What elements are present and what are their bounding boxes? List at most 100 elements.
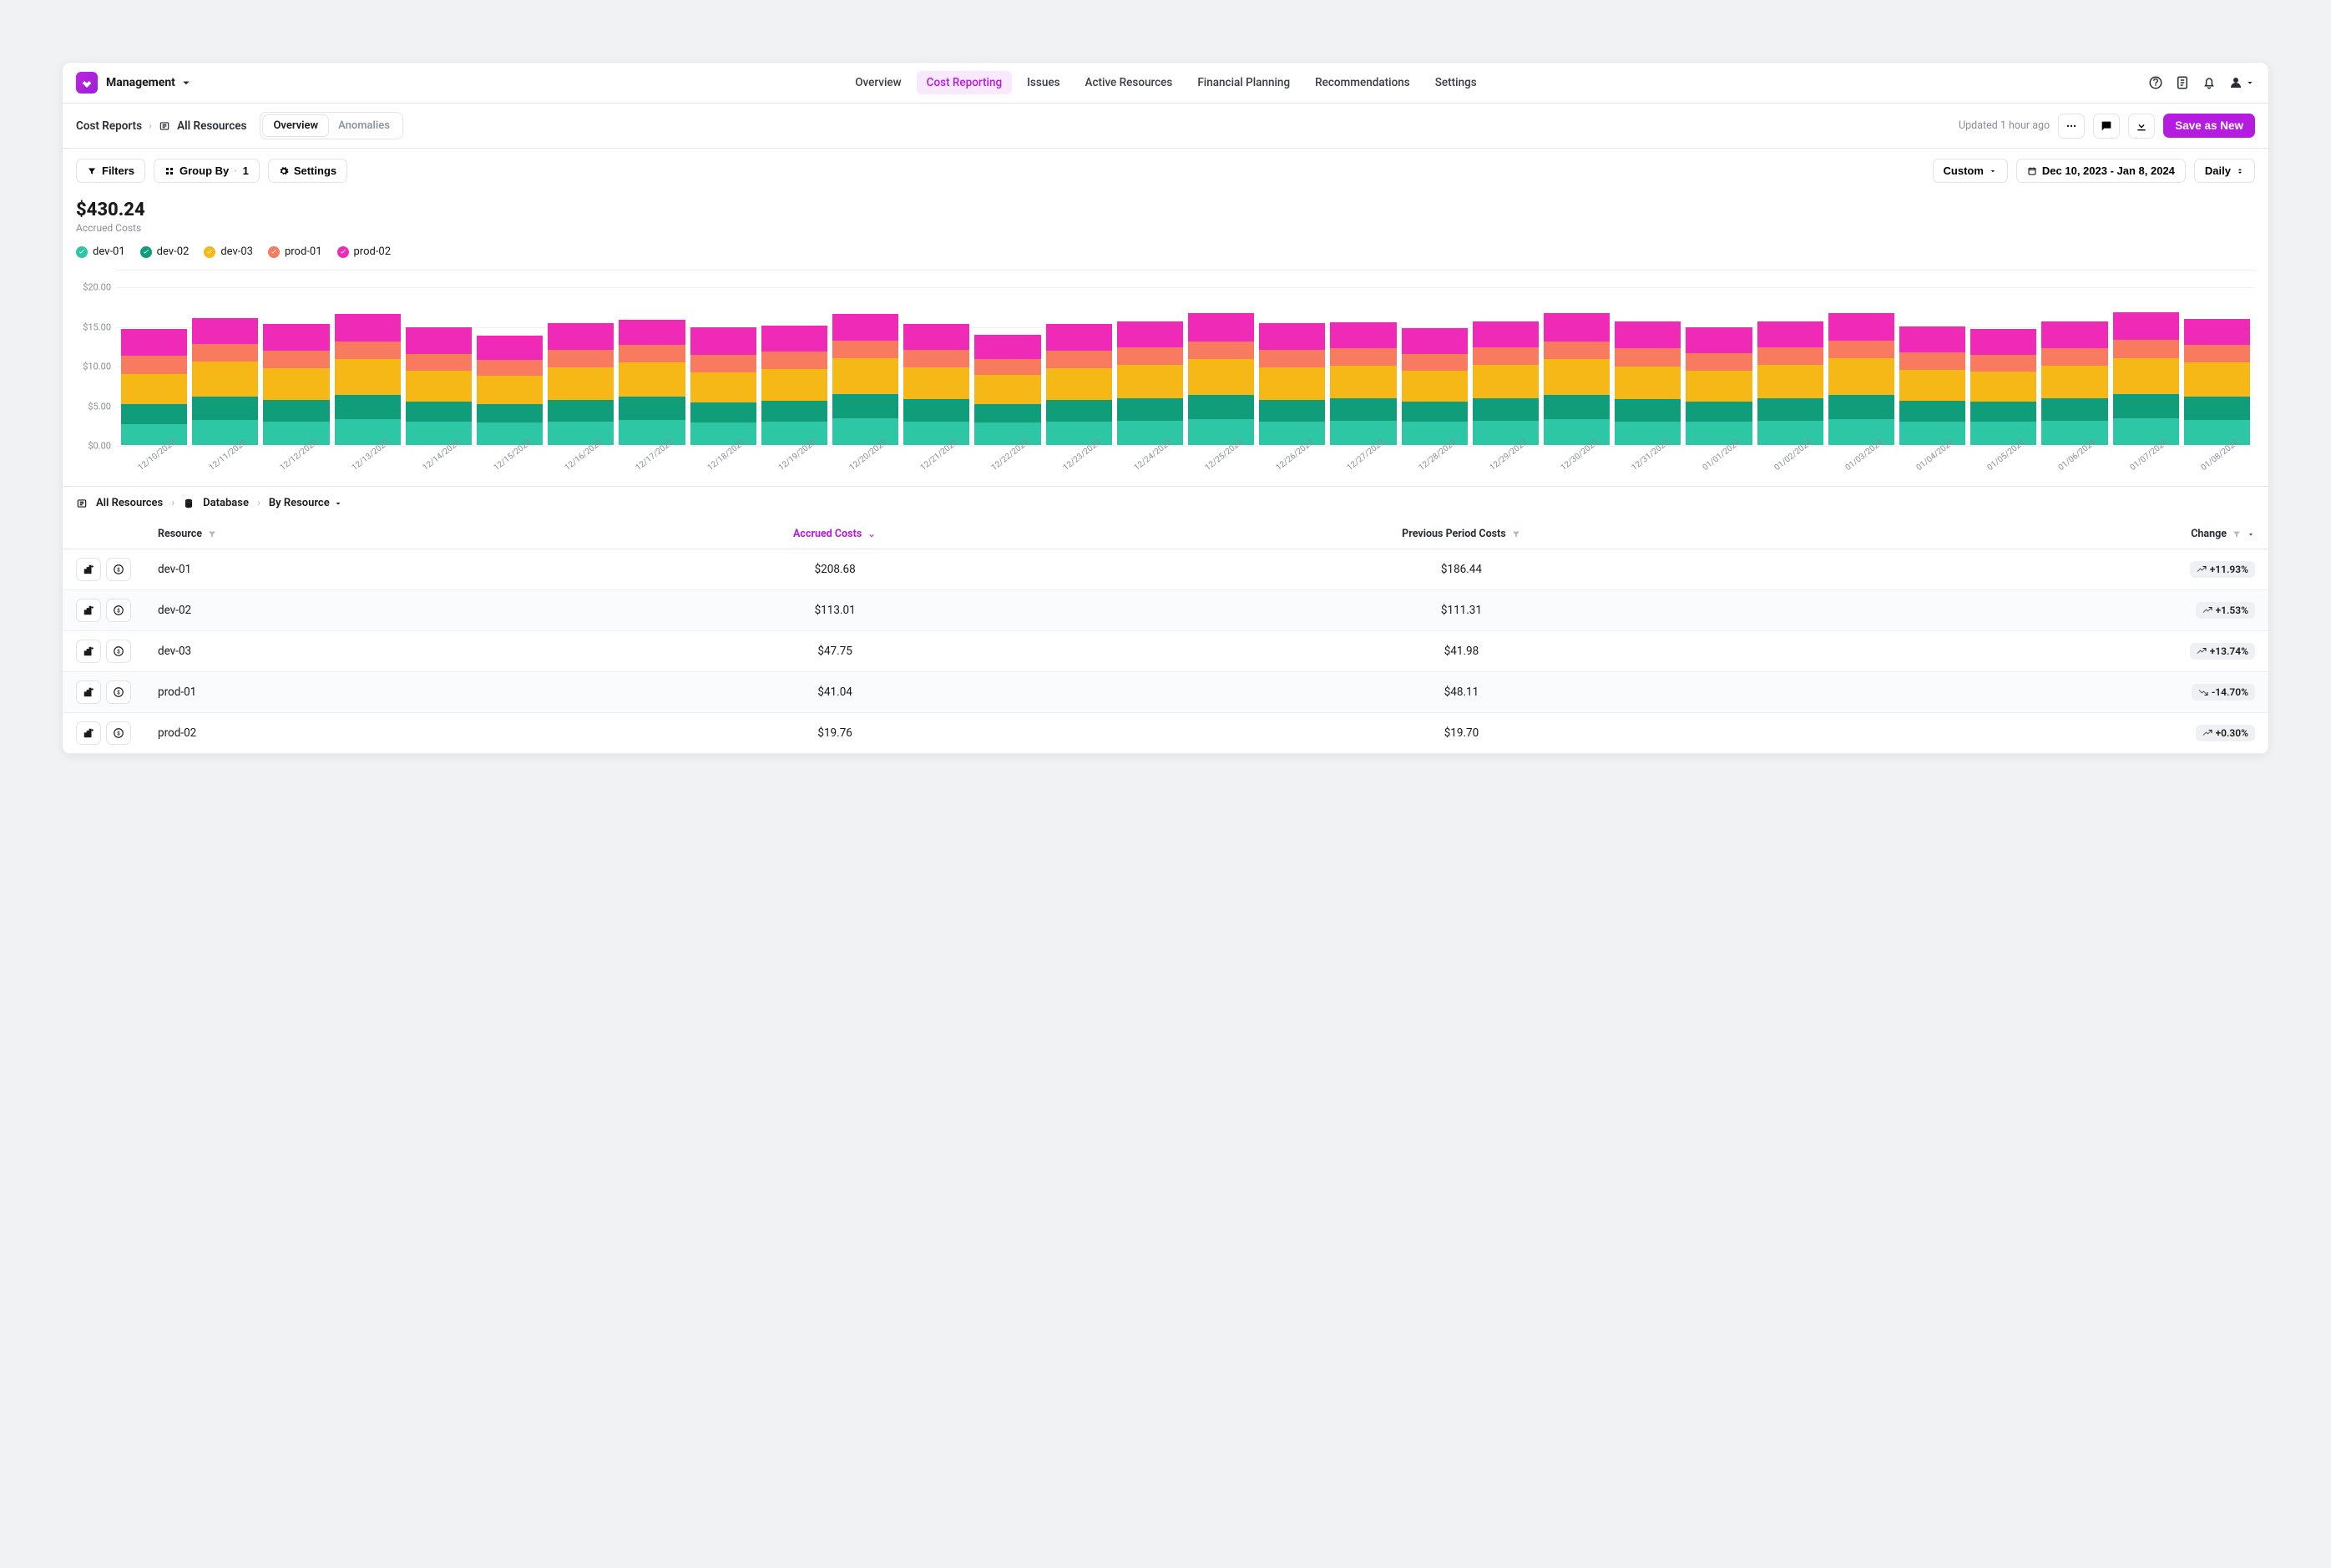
table-row[interactable]: $ dev-01 $208.68 $186.44 +11.93% — [63, 549, 2268, 590]
more-menu[interactable] — [2058, 114, 2085, 139]
table-row[interactable]: $ dev-03 $47.75 $41.98 +13.74% — [63, 631, 2268, 672]
bar[interactable] — [1402, 328, 1468, 445]
table-row[interactable]: $ dev-02 $113.01 $111.31 +1.53% — [63, 590, 2268, 631]
app-logo[interactable] — [76, 72, 98, 94]
row-cost-button[interactable]: $ — [106, 680, 131, 704]
table-crumb-all[interactable]: All Resources — [96, 497, 163, 509]
cell-accrued: $208.68 — [565, 549, 1105, 590]
ellipsis-icon — [2065, 119, 2078, 133]
bar[interactable] — [2184, 319, 2250, 445]
list-icon — [76, 498, 88, 509]
nav-financial-planning[interactable]: Financial Planning — [1187, 71, 1300, 94]
workspace-switcher[interactable]: Management — [106, 76, 175, 89]
range-mode-label: Custom — [1944, 164, 1984, 177]
cost-chart: $0.00$5.00$10.00$15.00$20.00 — [116, 270, 2255, 445]
groupby-count: 1 — [243, 164, 249, 177]
download-button[interactable] — [2128, 114, 2155, 139]
y-tick: $5.00 — [88, 401, 111, 412]
bar[interactable] — [761, 326, 827, 445]
row-chart-button[interactable] — [76, 721, 101, 745]
nav-active-resources[interactable]: Active Resources — [1075, 71, 1183, 94]
table-crumb-group[interactable]: By Resource — [269, 497, 343, 509]
legend-item[interactable]: dev-03 — [204, 245, 253, 258]
filter-icon — [1511, 529, 1521, 539]
legend-item[interactable]: dev-02 — [140, 245, 190, 258]
groupby-button[interactable]: Group By · 1 — [154, 159, 260, 183]
row-chart-button[interactable] — [76, 640, 101, 663]
range-mode-select[interactable]: Custom — [1933, 159, 2008, 183]
updated-timestamp: Updated 1 hour ago — [1959, 119, 2050, 132]
bar[interactable] — [1544, 313, 1610, 445]
legend-item[interactable]: prod-01 — [268, 245, 322, 258]
row-chart-button[interactable] — [76, 680, 101, 704]
legend-item[interactable]: prod-02 — [337, 245, 392, 258]
bar[interactable] — [192, 318, 258, 445]
chart-settings-button[interactable]: Settings — [268, 159, 347, 183]
nav-issues[interactable]: Issues — [1017, 71, 1069, 94]
y-tick: $20.00 — [83, 282, 111, 293]
row-chart-button[interactable] — [76, 558, 101, 581]
bar[interactable] — [1046, 324, 1112, 445]
bar[interactable] — [619, 320, 685, 445]
nav-cost-reporting[interactable]: Cost Reporting — [917, 71, 1012, 94]
row-chart-button[interactable] — [76, 599, 101, 622]
bar[interactable] — [1330, 322, 1396, 445]
col-resource[interactable]: Resource — [144, 519, 565, 549]
cell-previous: $111.31 — [1105, 590, 1818, 631]
breadcrumb-node[interactable]: All Resources — [177, 119, 246, 133]
bar[interactable] — [1117, 321, 1183, 445]
bar[interactable] — [406, 327, 472, 445]
bar[interactable] — [335, 314, 401, 445]
bar[interactable] — [903, 324, 969, 445]
bar[interactable] — [832, 314, 898, 445]
row-cost-button[interactable]: $ — [106, 558, 131, 581]
bar[interactable] — [1686, 327, 1752, 445]
bar[interactable] — [1970, 329, 2036, 445]
bar[interactable] — [2113, 312, 2179, 445]
bar[interactable] — [548, 323, 614, 445]
tab-anomalies[interactable]: Anomalies — [328, 115, 400, 136]
nav-overview[interactable]: Overview — [845, 71, 911, 94]
table-row[interactable]: $ prod-02 $19.76 $19.70 +0.30% — [63, 713, 2268, 754]
bar[interactable] — [1259, 323, 1325, 445]
row-cost-button[interactable]: $ — [106, 599, 131, 622]
col-change[interactable]: Change — [1818, 519, 2268, 549]
row-cost-button[interactable]: $ — [106, 721, 131, 745]
filter-icon — [2232, 529, 2242, 539]
table-crumb-provider[interactable]: Database — [203, 497, 249, 509]
filters-button[interactable]: Filters — [76, 159, 145, 183]
bell-icon[interactable] — [2202, 75, 2217, 90]
bar[interactable] — [263, 324, 329, 445]
table-row[interactable]: $ prod-01 $41.04 $48.11 -14.70% — [63, 672, 2268, 713]
nav-recommendations[interactable]: Recommendations — [1305, 71, 1420, 94]
col-accrued[interactable]: Accrued Costs — [565, 519, 1105, 549]
help-icon[interactable] — [2148, 75, 2163, 90]
bar[interactable] — [690, 327, 756, 445]
legend-item[interactable]: dev-01 — [76, 245, 125, 258]
bar[interactable] — [1615, 321, 1681, 445]
breadcrumb-root[interactable]: Cost Reports — [76, 119, 142, 133]
col-previous[interactable]: Previous Period Costs — [1105, 519, 1818, 549]
docs-icon[interactable] — [2175, 75, 2190, 90]
svg-text:$: $ — [117, 648, 120, 655]
bar[interactable] — [1188, 313, 1254, 445]
comments-button[interactable] — [2093, 114, 2120, 139]
bar[interactable] — [1828, 313, 1894, 445]
granularity-select[interactable]: Daily — [2194, 159, 2255, 183]
bar[interactable] — [974, 335, 1040, 445]
tab-overview[interactable]: Overview — [263, 115, 328, 136]
bar[interactable] — [1899, 326, 1965, 445]
bar[interactable] — [1473, 321, 1539, 445]
nav-settings[interactable]: Settings — [1425, 71, 1487, 94]
bar[interactable] — [1757, 321, 1823, 445]
groupby-label: Group By — [180, 164, 229, 177]
bar[interactable] — [477, 336, 543, 445]
cost-table: Resource Accrued Costs Previous Period C… — [63, 519, 2268, 754]
chevron-down-icon — [333, 498, 343, 508]
save-as-new-button[interactable]: Save as New — [2163, 114, 2255, 138]
row-cost-button[interactable]: $ — [106, 640, 131, 663]
account-menu[interactable] — [2228, 75, 2255, 90]
bar[interactable] — [2041, 321, 2107, 445]
date-range-picker[interactable]: Dec 10, 2023 - Jan 8, 2024 — [2016, 159, 2186, 183]
bar[interactable] — [121, 329, 187, 445]
